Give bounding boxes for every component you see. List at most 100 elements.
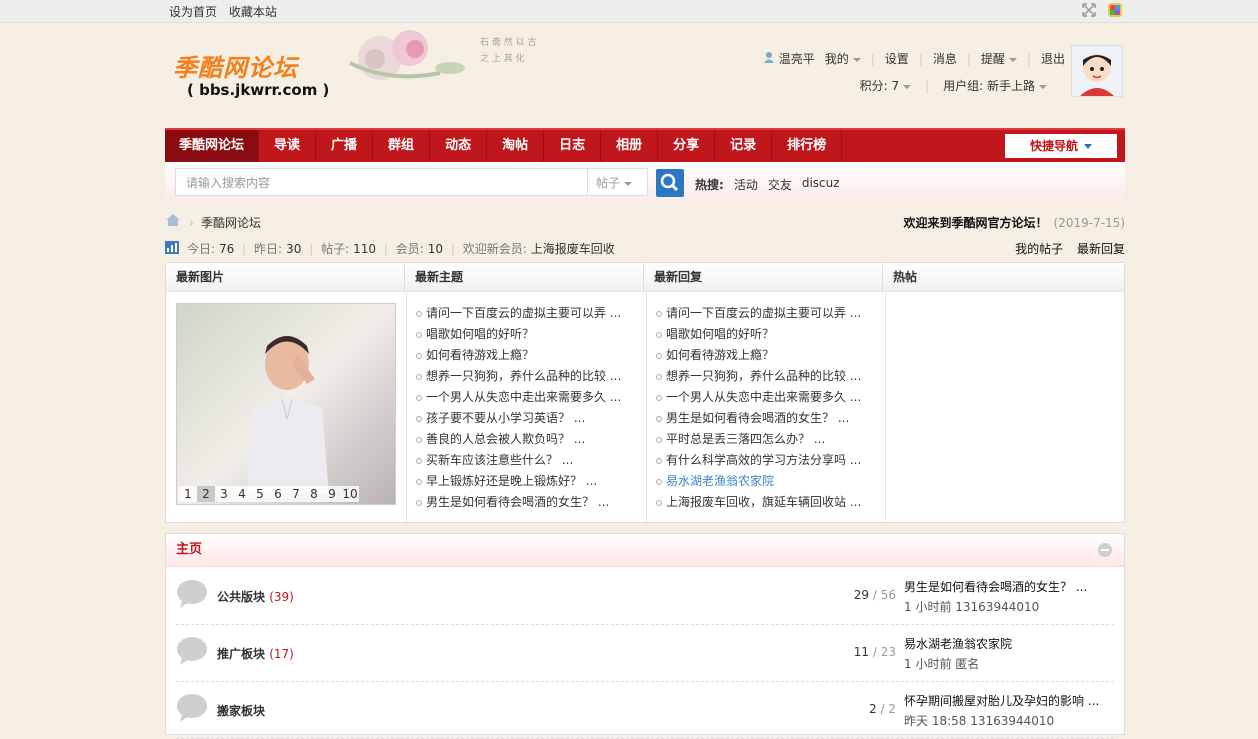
reply-link[interactable]: 有什么科学高效的学习方法分享吗 ... [656,450,881,471]
messages-link[interactable]: 消息 [933,50,957,67]
logout-link[interactable]: 退出 [1041,50,1065,67]
breadcrumb-forum[interactable]: 季酷网论坛 [201,214,261,231]
color-theme-icon[interactable] [1107,2,1123,18]
forum-row[interactable]: 搬家板块 2 / 2 怀孕期间搬屋对胎儿及孕妇的影响 ... 昨天 18:58 … [176,681,1114,739]
set-home-link[interactable]: 设为首页 [169,5,217,19]
slide-number[interactable]: 1 [179,486,197,502]
last-post-link[interactable]: 易水湖老渔翁农家院 [904,635,1114,652]
slide-number[interactable]: 4 [233,486,251,502]
nav-item-groups[interactable]: 群组 [373,130,431,162]
forum-name[interactable]: 公共版块 [217,590,265,604]
nav-item-guide[interactable]: 导读 [259,130,317,162]
points-menu[interactable]: 积分: 7 [860,77,912,94]
slide-number[interactable]: 6 [269,486,287,502]
user-info: 积分: 7 | 用户组: 新手上路 [860,77,1047,94]
quick-nav-button[interactable]: 快捷导航 [1005,134,1117,158]
reply-link[interactable]: 一个男人从失恋中走出来需要多久 ... [656,387,881,408]
forum-name[interactable]: 推广板块 [217,647,265,661]
forum-bubble-icon [177,694,207,722]
nav-item-collections[interactable]: 淘帖 [487,130,545,162]
nav-item-share[interactable]: 分享 [658,130,716,162]
hot-search-item[interactable]: 活动 [734,176,758,193]
reply-link[interactable]: 平时总是丢三落四怎么办？ ... [656,429,881,450]
nav-item-feed[interactable]: 动态 [430,130,488,162]
search-input[interactable]: 请输入搜索内容 [175,168,588,196]
topic-link[interactable]: 早上锻炼好还是晚上锻炼好？ ... [416,471,641,492]
category-title[interactable]: 主页 [166,534,1124,567]
svg-text:之 上 其 化: 之 上 其 化 [480,52,525,64]
forum-counts: 2 / 2 [869,702,896,716]
forum-counts: 29 / 56 [853,588,896,602]
top-bar: 设为首页 收藏本站 [0,0,1258,23]
slide-number[interactable]: 3 [215,486,233,502]
bookmark-link[interactable]: 收藏本站 [229,5,277,19]
slide-number[interactable]: 8 [305,486,323,502]
topic-link[interactable]: 善良的人总会被人欺负吗？ ... [416,429,641,450]
home-icon[interactable]: › [165,213,194,230]
nav-item-records[interactable]: 记录 [715,130,773,162]
forum-counts: 11 / 23 [853,645,896,659]
panel-header-topics: 最新主题 [405,263,644,291]
last-post-link[interactable]: 怀孕期间搬屋对胎儿及孕妇的影响 ... [904,692,1114,709]
nav-item-album[interactable]: 相册 [601,130,659,162]
search-type-select[interactable]: 帖子 [588,168,648,196]
stat-yesterday: 30 [286,242,302,256]
topic-link[interactable]: 一个男人从失恋中走出来需要多久 ... [416,387,641,408]
hot-search-label: 热搜: [695,178,724,192]
last-post-meta: 昨天 18:58 13163944010 [904,714,1055,728]
reply-link[interactable]: 上海报废车回收，旗延车辆回收站 ... [656,492,881,513]
nav-item-broadcast[interactable]: 广播 [316,130,374,162]
topic-link[interactable]: 唱歌如何唱的好听？ [416,324,641,345]
nav-item-ranking[interactable]: 排行榜 [772,130,843,162]
reply-link[interactable]: 请问一下百度云的虚拟主要可以弄 ... [656,303,881,324]
featured-image-slideshow[interactable]: 1 2 3 4 5 6 7 8 9 10 [176,303,396,505]
topic-link[interactable]: 想养一只狗狗，养什么品种的比较 ... [416,366,641,387]
username-link[interactable]: 温亮平 [779,50,815,67]
hot-search-item[interactable]: discuz [802,176,840,193]
slide-number[interactable]: 7 [287,486,305,502]
panel-header-hot: 热帖 [893,270,918,284]
welcome-message: 欢迎来到季酷网官方论坛！ (2019-7-15) [903,216,1125,230]
forum-stats: 今日: 76 | 昨日: 30 | 帖子: 110 | 会员: 10 | 欢迎新会员: 上… [165,239,1125,257]
forum-category: 主页 公共版块 (39) 29 / 56 男生是如何看待会喝酒的女生？ ... … [165,533,1125,739]
reply-link[interactable]: 男生是如何看待会喝酒的女生？ ... [656,408,881,429]
remind-menu[interactable]: 提醒 [981,50,1017,67]
topic-link[interactable]: 男生是如何看待会喝酒的女生？ ... [416,492,641,513]
topic-link[interactable]: 请问一下百度云的虚拟主要可以弄 ... [416,303,641,324]
hot-search-item[interactable]: 交友 [768,176,792,193]
topic-link[interactable]: 孩子要不要从小学习英语？ ... [416,408,641,429]
last-post-meta: 1 小时前 13163944010 [904,600,1040,614]
last-post-link[interactable]: 男生是如何看待会喝酒的女生？ ... [904,578,1114,595]
topic-link[interactable]: 买新车应该注意些什么？ ... [416,450,641,471]
user-icon [763,51,775,66]
reply-link[interactable]: 想养一只狗狗，养什么品种的比较 ... [656,366,881,387]
latest-replies-list: 请问一下百度云的虚拟主要可以弄 ... 唱歌如何唱的好听？ 如何看待游戏上瘾？ … [656,303,881,513]
latest-replies-link[interactable]: 最新回复 [1077,242,1125,256]
reply-link[interactable]: 如何看待游戏上瘾？ [656,345,881,366]
nav-item-home[interactable]: 季酷网论坛 [165,130,260,162]
avatar[interactable] [1071,45,1123,97]
forum-row[interactable]: 公共版块 (39) 29 / 56 男生是如何看待会喝酒的女生？ ... 1 小… [176,567,1114,625]
topic-link[interactable]: 如何看待游戏上瘾？ [416,345,641,366]
slide-number[interactable]: 5 [251,486,269,502]
logo-title[interactable]: 季酷网论坛 [173,48,298,83]
main-nav: 季酷网论坛 导读 广播 群组 动态 淘帖 日志 相册 分享 记录 排行榜 快捷导… [165,128,1125,162]
slide-number[interactable]: 9 [323,486,341,502]
slide-number[interactable]: 10 [341,486,359,502]
forum-row[interactable]: 推广板块 (17) 11 / 23 易水湖老渔翁农家院 1 小时前 匿名 [176,624,1114,682]
reply-link[interactable]: 易水湖老渔翁农家院 [656,471,881,492]
settings-link[interactable]: 设置 [885,50,909,67]
search-button[interactable] [656,169,684,197]
my-posts-link[interactable]: 我的帖子 [1015,242,1063,256]
reply-link[interactable]: 唱歌如何唱的好听？ [656,324,881,345]
collapse-icon[interactable] [1098,543,1112,557]
stat-members: 10 [427,242,444,256]
header: 石 斋 然 以 古 之 上 其 化 季酷网论坛 ( bbs.jkwrr.com … [165,23,1125,127]
forum-name[interactable]: 搬家板块 [217,704,265,718]
newest-member-link[interactable]: 上海报废车回收 [531,242,615,256]
fullscreen-icon[interactable] [1081,2,1097,18]
mine-menu[interactable]: 我的 [825,50,861,67]
nav-item-blog[interactable]: 日志 [544,130,602,162]
slide-number[interactable]: 2 [197,486,215,502]
usergroup-menu[interactable]: 用户组: 新手上路 [943,77,1047,94]
